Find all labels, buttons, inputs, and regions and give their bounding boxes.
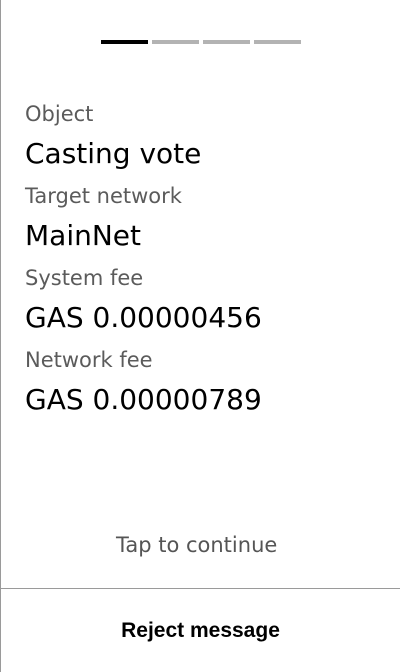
system-fee-label: System fee bbox=[25, 266, 144, 290]
object-value: Casting vote bbox=[25, 137, 202, 170]
page-indicator-segment-2 bbox=[152, 40, 199, 44]
reject-message-button[interactable]: Reject message bbox=[1, 589, 400, 672]
target-network-value: MainNet bbox=[25, 219, 141, 252]
page-indicator bbox=[101, 40, 301, 44]
target-network-label: Target network bbox=[25, 184, 182, 208]
review-screen[interactable]: Object Casting vote Target network MainN… bbox=[0, 0, 400, 672]
tap-to-continue-hint: Tap to continue bbox=[116, 533, 278, 557]
system-fee-value: GAS 0.00000456 bbox=[25, 301, 262, 334]
reject-message-label: Reject message bbox=[121, 618, 280, 642]
page-indicator-segment-1 bbox=[101, 40, 148, 44]
network-fee-label: Network fee bbox=[25, 348, 153, 372]
page-indicator-segment-3 bbox=[203, 40, 250, 44]
page-indicator-segment-4 bbox=[254, 40, 301, 44]
network-fee-value: GAS 0.00000789 bbox=[25, 383, 262, 416]
object-label: Object bbox=[25, 102, 94, 126]
transaction-details: Object Casting vote Target network MainN… bbox=[25, 100, 385, 428]
